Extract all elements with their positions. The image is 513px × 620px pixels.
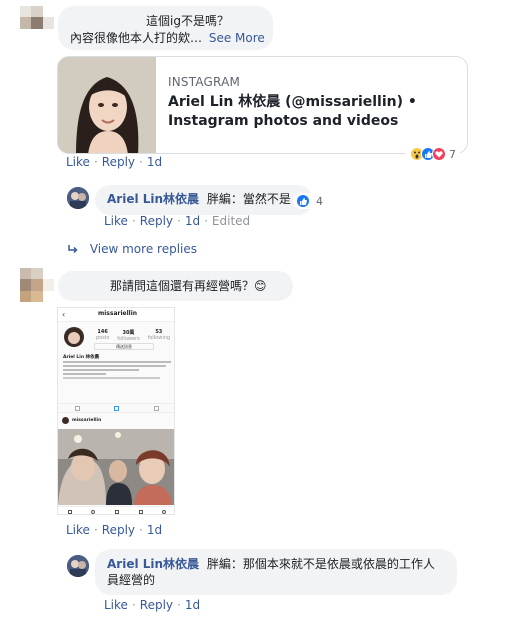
ig-profile-pic bbox=[64, 327, 84, 347]
timestamp-link[interactable]: 1d bbox=[185, 598, 200, 612]
ig-bio-text bbox=[63, 361, 171, 381]
ig-bottom-nav bbox=[58, 506, 174, 514]
page-avatar[interactable] bbox=[67, 187, 89, 209]
reply-link[interactable]: Reply bbox=[140, 214, 173, 228]
ig-bio-name: Ariel Lin 林依晨 bbox=[63, 355, 100, 360]
reply-bubble: Ariel Lin林依晨 胖編：當然不是 bbox=[95, 185, 313, 215]
redacted-name bbox=[70, 16, 140, 26]
link-preview-card[interactable]: INSTAGRAM Ariel Lin 林依晨 (@missariellin) … bbox=[57, 56, 468, 154]
reply-arrow-icon bbox=[68, 243, 80, 257]
reply-reactions[interactable]: 4 bbox=[293, 193, 326, 209]
reply-reactions-count: 4 bbox=[316, 194, 323, 208]
page-avatar[interactable] bbox=[67, 555, 89, 577]
comment-bubble: 那請問這個還有再經營嗎？😊 bbox=[58, 271, 293, 301]
timestamp-link[interactable]: 1d bbox=[147, 155, 162, 169]
ig-stat-label: following bbox=[147, 335, 171, 341]
ig-stat-label: followers bbox=[117, 336, 140, 342]
like-link[interactable]: Like bbox=[66, 523, 90, 537]
timestamp-link[interactable]: 1d bbox=[147, 523, 162, 537]
comment-text: 那請問這個還有再經營嗎？😊 bbox=[110, 279, 267, 293]
reply-text: 胖編：那個本來就不是依晨或依晨的工作人 bbox=[206, 557, 435, 571]
ig-post-user: missariellin bbox=[72, 418, 102, 423]
reply-author-name[interactable]: Ariel Lin林依晨 bbox=[107, 557, 199, 571]
ig-stat-label: posts bbox=[95, 335, 110, 341]
like-link[interactable]: Like bbox=[66, 155, 90, 169]
ig-message-button: 傳送訊息 bbox=[94, 343, 154, 350]
commenter-avatar[interactable] bbox=[20, 268, 54, 302]
comment-text-continued: 內容很像他本人打的欸… bbox=[70, 31, 203, 45]
commenter-avatar[interactable] bbox=[20, 6, 54, 40]
like-link[interactable]: Like bbox=[104, 598, 128, 612]
see-more-link[interactable]: See More bbox=[209, 31, 265, 45]
link-site-name: INSTAGRAM bbox=[168, 75, 241, 89]
back-icon: ‹ bbox=[62, 310, 66, 319]
reply-link[interactable]: Reply bbox=[102, 155, 135, 169]
ig-post-photo bbox=[58, 429, 174, 505]
comment-bubble: 這個ig不是嗎？ 內容很像他本人打的欸… See More bbox=[58, 6, 273, 50]
comment-text: 這個ig不是嗎？ bbox=[146, 14, 229, 28]
like-link[interactable]: Like bbox=[104, 214, 128, 228]
reactions-summary[interactable]: 7 bbox=[406, 146, 460, 162]
reply-text: 胖編：當然不是 bbox=[206, 192, 291, 206]
reply-author-name[interactable]: Ariel Lin林依晨 bbox=[107, 192, 199, 206]
ig-username: missariellin bbox=[98, 310, 138, 317]
view-more-replies-label[interactable]: View more replies bbox=[90, 242, 197, 256]
edited-label: Edited bbox=[211, 214, 251, 228]
redacted-name bbox=[70, 281, 110, 291]
profile-photo-thumbnail bbox=[58, 57, 156, 153]
reply-bubble: Ariel Lin林依晨 胖編：那個本來就不是依晨或依晨的工作人 員經營的 bbox=[95, 549, 457, 595]
reply-link[interactable]: Reply bbox=[102, 523, 135, 537]
ig-post-avatar bbox=[62, 417, 69, 424]
like-reaction-icon bbox=[296, 194, 310, 208]
reply-text-continued: 員經營的 bbox=[107, 573, 156, 587]
reply-link[interactable]: Reply bbox=[140, 598, 173, 612]
ig-stat-value: 30萬 bbox=[122, 330, 135, 336]
attached-screenshot[interactable]: ‹ missariellin 146 posts 30萬 followers 53 f… bbox=[57, 307, 175, 515]
link-title[interactable]: Ariel Lin 林依晨 (@missariellin) • Instagra… bbox=[168, 93, 453, 131]
ig-grid-tabs bbox=[58, 403, 174, 413]
reactions-count: 7 bbox=[449, 147, 456, 161]
timestamp-link[interactable]: 1d bbox=[185, 214, 200, 228]
view-more-replies[interactable]: View more replies bbox=[68, 242, 197, 257]
love-reaction-icon bbox=[432, 147, 446, 161]
